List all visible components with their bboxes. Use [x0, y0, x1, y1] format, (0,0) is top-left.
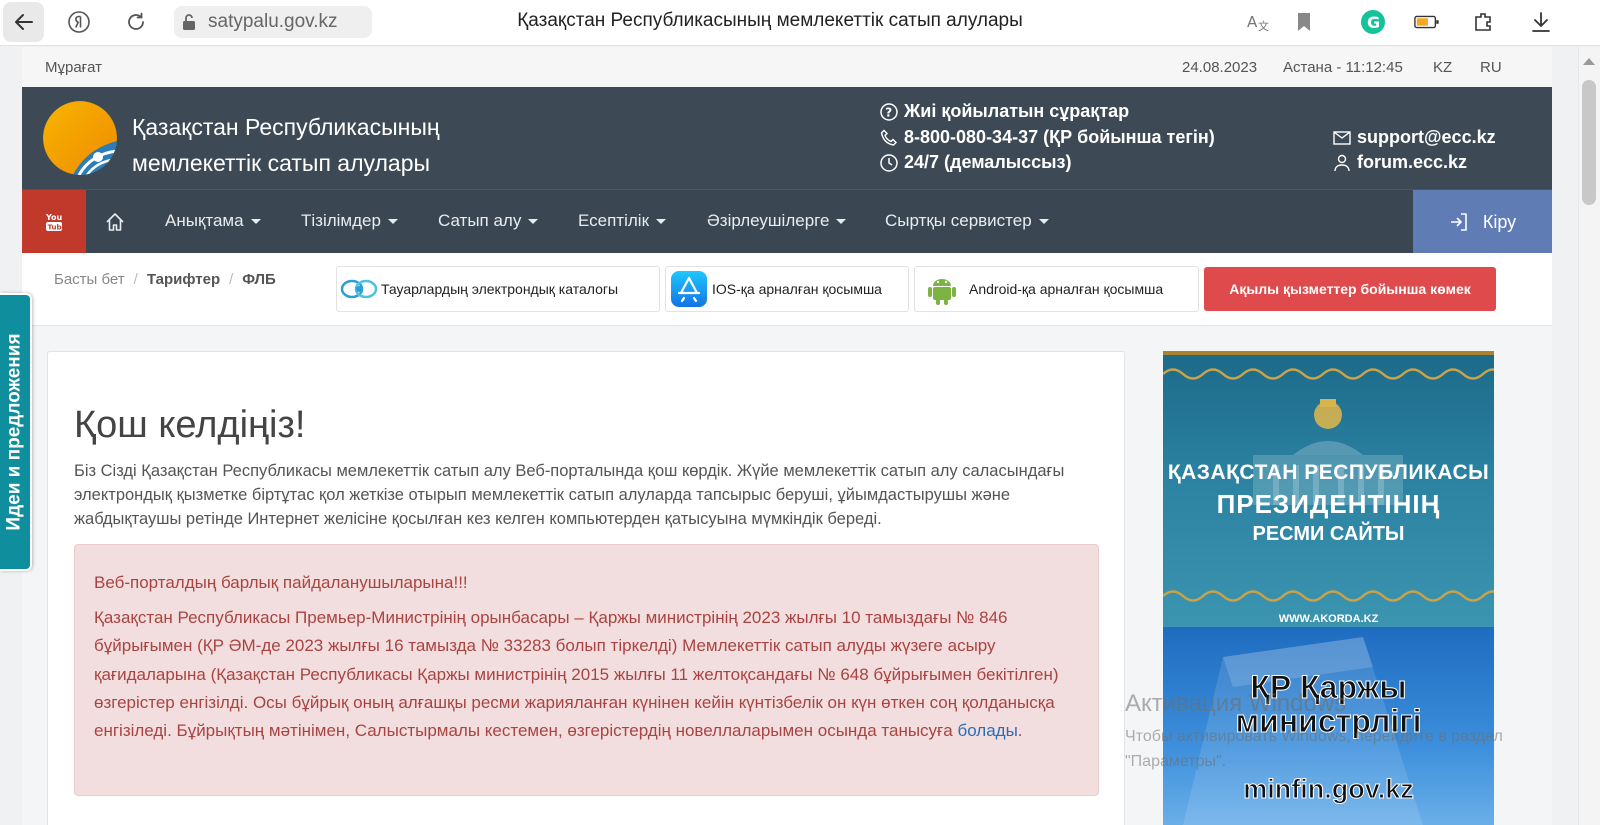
- content-area: Қош келдіңіз! Біз Сізді Қазақстан Респуб…: [22, 326, 1552, 825]
- browser-page-title: Қазақстан Республикасының мемлекеттік са…: [517, 10, 1023, 31]
- site-header: Қазақстан Республикасының мемлекеттік са…: [22, 87, 1552, 189]
- akorda-url: WWW.AKORDA.KZ: [1278, 613, 1379, 625]
- users-icon: [1334, 154, 1350, 171]
- arrow-left-icon: [14, 14, 33, 30]
- alert-details-link[interactable]: болады: [957, 721, 1017, 740]
- bookmark-icon[interactable]: [1291, 9, 1317, 35]
- alert-body: Қазақстан Республикасы Премьер-Министрін…: [94, 608, 1059, 741]
- minfin-url: minfin.gov.kz: [1243, 774, 1415, 805]
- announcement-alert: Веб-порталдың барлық пайдаланушыларына!!…: [74, 544, 1099, 796]
- svg-text:A: A: [1247, 13, 1258, 31]
- home-icon: [106, 213, 124, 231]
- home-button[interactable]: [94, 190, 136, 254]
- phone-link[interactable]: 8-800-080-34-37 (ҚР бойынша тегін): [880, 127, 1215, 148]
- translate-icon[interactable]: A文: [1245, 9, 1271, 35]
- nav-reference[interactable]: Анықтама: [165, 211, 261, 231]
- forum-link[interactable]: forum.ecc.kz: [1333, 152, 1467, 173]
- scrollbar-thumb[interactable]: [1582, 80, 1596, 205]
- download-icon[interactable]: [1528, 9, 1554, 35]
- breadcrumb-separator: /: [133, 271, 138, 288]
- breadcrumb-current: ФЛБ: [242, 271, 276, 288]
- nav-procurement[interactable]: Сатып алу: [438, 211, 539, 231]
- nav-registries[interactable]: Тізілімдер: [301, 211, 398, 231]
- hours-info: 24/7 (демалыссыз): [880, 152, 1071, 173]
- top-info-bar: Мұрағат 24.08.2023 Астана - 11:12:45 KZ …: [22, 47, 1552, 87]
- grammarly-icon[interactable]: G: [1360, 9, 1386, 35]
- youtube-button[interactable]: You Tube: [22, 190, 86, 254]
- scroll-up-arrow-icon[interactable]: [1583, 58, 1595, 65]
- main-navigation: You Tube Анықтама Тізілімдер Сатып алу Е…: [22, 189, 1552, 254]
- site-title[interactable]: Қазақстан Республикасының мемлекеттік са…: [132, 109, 512, 181]
- android-app-button[interactable]: Android-қа арналған қосымша: [914, 266, 1199, 312]
- battery-icon[interactable]: [1414, 9, 1440, 35]
- svg-text:You: You: [46, 213, 62, 222]
- android-icon: [915, 272, 969, 306]
- caret-down-icon: [656, 218, 667, 224]
- svg-text:?: ?: [885, 105, 892, 119]
- svg-text:G: G: [1367, 13, 1380, 32]
- akorda-line2: ПРЕЗИДЕНТІНІҢ: [1216, 489, 1441, 519]
- minfin-line1: ҚР Қаржы: [1250, 669, 1407, 706]
- alert-title: Веб-порталдың барлық пайдаланушыларына!!…: [94, 573, 468, 592]
- breadcrumb-separator: /: [229, 271, 234, 288]
- lang-kz-link[interactable]: KZ: [1433, 59, 1452, 76]
- email-link[interactable]: support@ecc.kz: [1333, 127, 1496, 148]
- ornament-border-icon: [1163, 590, 1494, 602]
- youtube-icon: You Tube: [46, 213, 63, 232]
- reload-icon[interactable]: [123, 9, 149, 35]
- phone-icon: [880, 129, 897, 146]
- nav-external-services[interactable]: Сыртқы сервистер: [885, 211, 1049, 231]
- clock-icon: [880, 153, 898, 172]
- envelope-icon: [1333, 130, 1351, 145]
- sign-in-icon: [1450, 213, 1467, 231]
- breadcrumb-home[interactable]: Басты бет: [54, 271, 125, 288]
- web-page: Мұрағат 24.08.2023 Астана - 11:12:45 KZ …: [22, 47, 1552, 825]
- breadcrumb: Басты бет / Тарифтер / ФЛБ: [54, 271, 276, 288]
- app-store-icon: [666, 270, 712, 308]
- intro-text: Біз Сізді Қазақстан Республикасы мемлеке…: [74, 462, 1065, 528]
- nav-reporting[interactable]: Есептілік: [578, 211, 667, 231]
- svg-text:文: 文: [1258, 19, 1269, 33]
- caret-down-icon: [528, 218, 539, 224]
- minfin-line2: министрлігі: [1235, 703, 1422, 740]
- site-logo[interactable]: [43, 101, 117, 175]
- catalog-icon: [337, 278, 381, 300]
- welcome-heading: Қош келдіңіз!: [74, 404, 306, 446]
- nav-developers[interactable]: Әзірлеушілерге: [707, 211, 847, 231]
- svg-text:Tube: Tube: [48, 224, 63, 232]
- ideas-feedback-tab[interactable]: Идеи и предложения: [0, 293, 32, 571]
- minfin-banner[interactable]: ҚР Қаржы министрлігі minfin.gov.kz: [1163, 627, 1494, 825]
- extensions-icon[interactable]: [1471, 9, 1497, 35]
- akorda-line3: РЕСМИ САЙТЫ: [1252, 523, 1405, 545]
- lang-ru-link[interactable]: RU: [1480, 59, 1502, 76]
- caret-down-icon: [836, 218, 847, 224]
- akorda-banner[interactable]: ҚАЗАҚСТАН РЕСПУБЛИКАСЫ ПРЕЗИДЕНТІНІҢ РЕС…: [1163, 351, 1494, 627]
- back-button[interactable]: [3, 2, 44, 42]
- current-time: Астана - 11:12:45: [1283, 59, 1403, 76]
- akorda-line1: ҚАЗАҚСТАН РЕСПУБЛИКАСЫ: [1167, 461, 1490, 484]
- caret-down-icon: [250, 218, 261, 224]
- url-text[interactable]: satypalu.gov.kz: [204, 11, 338, 33]
- current-date: 24.08.2023: [1182, 59, 1258, 76]
- faq-link[interactable]: ? Жиі қойылатын сұрақтар: [880, 101, 1129, 122]
- question-circle-icon: ?: [880, 102, 898, 121]
- yandex-icon[interactable]: [66, 9, 92, 35]
- archive-link[interactable]: Мұрағат: [45, 59, 102, 76]
- ios-app-button[interactable]: IOS-қа арналған қосымша: [665, 266, 909, 312]
- lock-open-icon[interactable]: [174, 6, 204, 38]
- login-button[interactable]: Кіру: [1413, 190, 1552, 254]
- sub-toolbar: Басты бет / Тарифтер / ФЛБ Тауарлардың элект…: [22, 253, 1552, 326]
- paid-services-help-button[interactable]: Ақылы қызметтер бойынша көмек: [1204, 267, 1496, 311]
- browser-toolbar: satypalu.gov.kz Қазақстан Республикасыны…: [0, 0, 1600, 46]
- caret-down-icon: [1038, 218, 1049, 224]
- caret-down-icon: [387, 218, 398, 224]
- welcome-card: Қош келдіңіз! Біз Сізді Қазақстан Респуб…: [47, 351, 1125, 825]
- breadcrumb-tariffs[interactable]: Тарифтер: [147, 271, 220, 288]
- address-bar[interactable]: satypalu.gov.kz: [174, 6, 372, 38]
- ornament-border-icon: [1163, 368, 1494, 380]
- government-building-icon: [1253, 399, 1403, 505]
- catalog-button[interactable]: Тауарлардың электрондық каталогы: [336, 266, 660, 312]
